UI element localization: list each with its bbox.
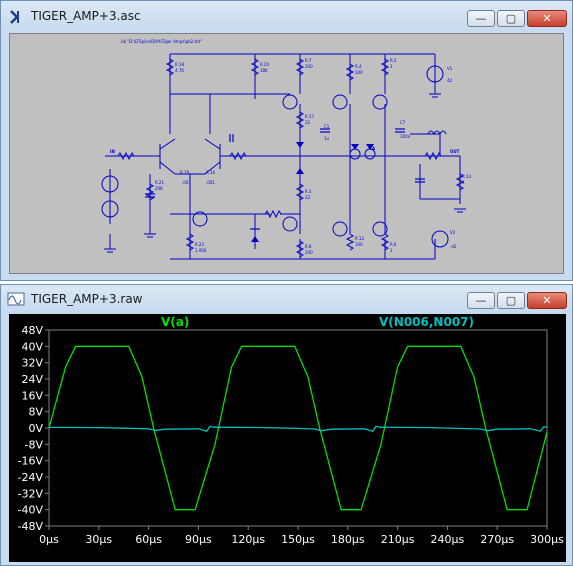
component-value: 100n [400,134,411,139]
spice-lib-directive: .lib "D:\LTSpice\DIYA\Tiger Amps\pb2.txt… [120,39,202,44]
waveform-window[interactable]: TIGER_AMP+3.raw — ▢ ✕ V(a) V(N006,N007) … [0,284,573,566]
schematic-window-title: TIGER_AMP+3.asc [31,9,141,23]
component-ref: R.7 [305,58,312,63]
waveform-window-title: TIGER_AMP+3.raw [31,292,143,306]
net-label-a: A [372,146,376,151]
minimize-button[interactable]: — [467,10,495,27]
component-ref: V2 [450,230,456,235]
component-value: 100 [355,242,363,247]
component-ref: R.20 [260,62,269,67]
x-tick-label: 90µs [185,533,212,546]
component-ref: R.19 [180,170,189,175]
x-tick-label: 60µs [135,533,162,546]
component-ref: R.14 [462,174,471,179]
close-button[interactable]: ✕ [527,10,567,27]
component-ref: R.8 [305,244,312,249]
waveform-plot-area[interactable]: V(a) V(N006,N007) 48V 40V 32V 24V 16V 8V 0V -8V… [9,314,566,562]
minimize-button[interactable]: — [467,292,495,309]
maximize-button[interactable]: ▢ [497,292,525,309]
net-label-out: OUT [450,149,460,154]
y-tick-label: 32V [21,357,43,370]
x-tick-label: 120µs [231,533,265,546]
component-value: 200 [305,250,313,255]
component-ref: R.16 [206,170,215,175]
y-tick-label: -8V [25,438,44,451]
y-tick-label: 16V [21,389,43,402]
component-value: 1.95K [195,248,207,253]
waveform-icon [7,292,25,306]
y-tick-label: -40V [18,504,44,517]
component-ref: R.12 [355,236,364,241]
y-tick-label: -24V [18,471,44,484]
component-value: 22 [305,195,311,200]
x-tick-label: 150µs [281,533,315,546]
schematic-titlebar[interactable]: TIGER_AMP+3.asc — ▢ ✕ [1,1,572,33]
component-value: 18K [260,68,268,73]
component-ref: R.18 [175,62,184,67]
y-tick-label: 40V [21,340,43,353]
y-tick-label: 8V [28,406,43,419]
component-ref: C7 [400,120,406,125]
y-tick-label: -32V [18,487,44,500]
component-value: .001 [182,180,191,185]
component-value: 1u [324,136,330,141]
series-line-1 [48,425,548,433]
component-value: 100 [355,70,363,75]
close-button[interactable]: ✕ [527,292,567,309]
x-tick-label: 0µs [39,533,59,546]
component-ref: R.6 [390,242,397,247]
component-value: -42 [450,244,457,249]
schematic-canvas[interactable]: .lib "D:\LTSpice\DIYA\Tiger Amps\pb2.txt… [9,33,564,274]
maximize-button[interactable]: ▢ [497,10,525,27]
y-tick-label: 0V [28,422,43,435]
x-tick-label: 300µs [530,533,564,546]
net-label-in: IN [110,149,115,154]
y-tick-label: 24V [21,373,43,386]
y-tick-label: -48V [18,520,44,533]
component-ref: R.5 [390,58,397,63]
component-value: 1 [390,248,393,253]
schematic-drawing [101,53,466,260]
x-tick-label: 30µs [85,533,112,546]
schematic-window[interactable]: TIGER_AMP+3.asc — ▢ ✕ .lib "D:\LTSpice\D… [0,0,573,281]
component-value: 200 [305,64,313,69]
component-ref: R.17 [305,114,314,119]
component-value: 4 [462,180,465,185]
component-ref: C1 [324,124,330,129]
component-value: 4.7K [175,68,184,73]
component-ref: V1 [447,66,453,71]
component-value: 22 [305,120,311,125]
x-tick-label: 270µs [480,533,514,546]
component-ref: R.22 [195,242,204,247]
component-ref: R.3 [305,189,312,194]
waveform-titlebar[interactable]: TIGER_AMP+3.raw — ▢ ✕ [1,285,572,314]
ltspice-schematic-icon [10,10,19,24]
component-value: 1 [390,64,393,69]
waveform-chart: 48V 40V 32V 24V 16V 8V 0V -8V -16V -24V -32V -40V -4… [18,324,565,546]
y-tick-label: 48V [21,324,43,337]
component-ref: R.21 [155,180,164,185]
x-tick-label: 180µs [331,533,365,546]
x-tick-label: 210µs [381,533,415,546]
component-ref: R.4 [355,64,362,69]
y-tick-label: -16V [18,455,44,468]
x-tick-label: 240µs [431,533,465,546]
component-value: .001 [206,180,215,185]
component-value: 42 [447,78,453,83]
component-value: 20K [155,186,163,191]
